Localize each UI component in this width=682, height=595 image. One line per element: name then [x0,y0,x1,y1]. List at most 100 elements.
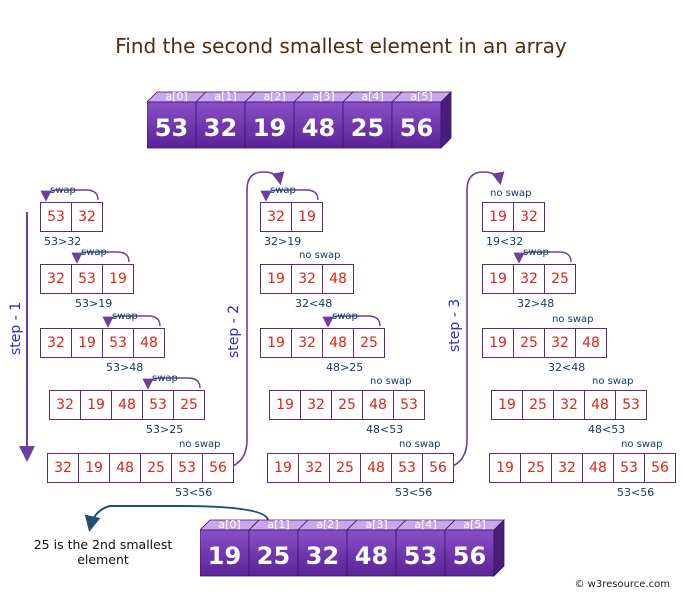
array-cell: 25 [522,390,554,420]
array-cell: 53 [171,453,203,483]
array-cell: 25 [353,328,385,358]
array-cell: 53 [393,390,425,420]
array-cell: 25 [544,264,576,294]
array-cell: 19 [269,390,301,420]
swap-label: swap [332,311,358,322]
array-value: 56 [399,114,434,142]
no-swap-label: no swap [370,376,412,387]
array-value: 32 [203,114,238,142]
array-cell: 32 [513,264,545,294]
no-swap-label: no swap [299,250,341,261]
comparison-label: 48>25 [326,361,364,374]
array-cell: 32 [291,264,323,294]
comparison-label: 19<32 [486,235,524,248]
comparison-label: 53<56 [617,486,655,499]
array-cell: 53 [40,202,72,232]
comparison-label: 53>19 [75,297,113,310]
array-cell: 32 [513,202,545,232]
step-label-2: step - 2 [226,304,242,358]
array-cell: 32 [40,264,72,294]
result-text: 25 is the 2nd smallest element [33,537,173,567]
array-cell: 32 [40,328,72,358]
comparison-label: 53>25 [146,423,184,436]
comparison-label: 48<53 [366,423,404,436]
array-value: 32 [305,542,340,570]
array-cell: 48 [133,328,165,358]
array-cell: 48 [111,390,143,420]
array-cell: 53 [615,390,647,420]
array-cell: 53 [613,453,645,483]
array-value: 19 [207,542,242,570]
array-cell: 53 [71,264,103,294]
no-swap-label: no swap [399,439,441,450]
array-cell: 32 [49,390,81,420]
array-index-label: a[5] [410,90,433,103]
array-cell: 32 [291,328,323,358]
array-value: 48 [301,114,336,142]
swap-label: swap [50,185,76,196]
array-cell: 56 [644,453,676,483]
no-swap-label: no swap [592,376,634,387]
array-cell: 32 [544,328,576,358]
array-value: 56 [452,542,487,570]
array-cell: 19 [102,264,134,294]
comparison-label: 32<48 [295,297,333,310]
comparison-label: 32<48 [548,361,586,374]
array-value: 53 [154,114,189,142]
array-cell: 56 [202,453,234,483]
array-cell: 25 [513,328,545,358]
array-cell: 19 [260,328,292,358]
array-index-label: a[4] [414,518,437,531]
array-cell: 25 [173,390,205,420]
step-label-1: step - 1 [8,301,24,355]
comparison-label: 53<56 [395,486,433,499]
array-cell: 19 [489,453,521,483]
comparison-label: 53>32 [44,235,82,248]
swap-label: swap [152,373,178,384]
array-cell: 19 [267,453,299,483]
array-value: 25 [256,542,291,570]
array-cell: 19 [78,453,110,483]
array-index-label: a[4] [361,90,384,103]
swap-label: swap [270,185,296,196]
array-cell: 32 [71,202,103,232]
array-index-label: a[5] [463,518,486,531]
array-cell: 19 [260,264,292,294]
no-swap-label: no swap [621,439,663,450]
array-cell: 32 [298,453,330,483]
array-cell: 48 [109,453,141,483]
array-index-label: a[2] [316,518,339,531]
array-cell: 32 [47,453,79,483]
array-index-label: a[2] [263,90,286,103]
array-value: 53 [403,542,438,570]
array-value: 48 [354,542,389,570]
array-cell: 19 [482,328,514,358]
array-cell: 48 [360,453,392,483]
array-cell: 19 [482,202,514,232]
array-cell: 25 [520,453,552,483]
comparison-label: 53>48 [106,361,144,374]
array-cell: 19 [491,390,523,420]
credit: © w3resource.com [574,579,670,590]
swap-label: swap [112,311,138,322]
array-cell: 32 [300,390,332,420]
array-index-label: a[0] [218,518,241,531]
array-cell: 32 [260,202,292,232]
array-value: 19 [252,114,287,142]
array-cell: 48 [362,390,394,420]
comparison-label: 53<56 [175,486,213,499]
comparison-label: 32>19 [264,235,302,248]
array-index-label: a[1] [214,90,237,103]
comparison-label: 32>48 [517,297,555,310]
array-cell: 53 [142,390,174,420]
no-swap-label: no swap [179,439,221,450]
step-label-3: step - 3 [447,298,463,352]
array-cell: 48 [575,328,607,358]
array-cell: 19 [71,328,103,358]
array-cell: 48 [584,390,616,420]
swap-label: swap [523,247,549,258]
array-cell: 19 [291,202,323,232]
array-index-label: a[1] [267,518,290,531]
array-cell: 48 [582,453,614,483]
no-swap-label: no swap [552,314,594,325]
